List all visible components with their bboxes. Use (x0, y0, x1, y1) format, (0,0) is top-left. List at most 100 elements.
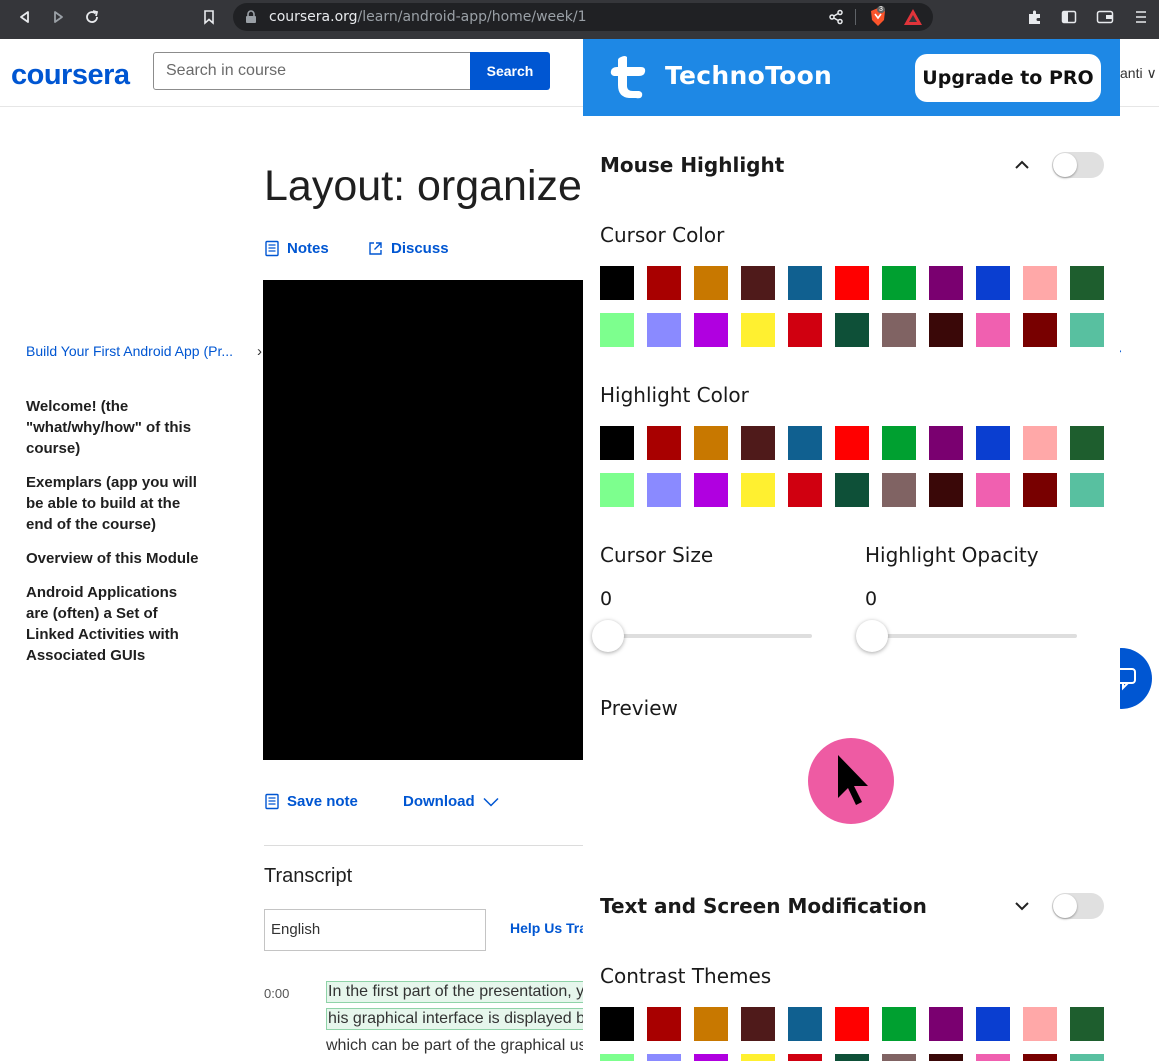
extensions-puzzle-icon[interactable] (1020, 4, 1050, 30)
color-swatch[interactable] (882, 426, 916, 460)
color-swatch[interactable] (929, 1007, 963, 1041)
color-swatch[interactable] (788, 426, 822, 460)
user-menu[interactable]: anti ∨ (1120, 65, 1157, 82)
color-swatch[interactable] (882, 1054, 916, 1061)
sidebar-toggle-icon[interactable] (1054, 4, 1084, 30)
bookmark-icon[interactable] (194, 4, 224, 30)
color-swatch[interactable] (835, 1054, 869, 1061)
color-swatch[interactable] (788, 313, 822, 347)
upgrade-pro-button[interactable]: Upgrade to PRO (915, 54, 1101, 102)
color-swatch[interactable] (835, 473, 869, 507)
color-swatch[interactable] (1070, 1007, 1104, 1041)
color-swatch[interactable] (741, 426, 775, 460)
color-swatch[interactable] (835, 266, 869, 300)
search-input[interactable] (153, 52, 471, 90)
color-swatch[interactable] (741, 313, 775, 347)
color-swatch[interactable] (694, 426, 728, 460)
color-swatch[interactable] (882, 1007, 916, 1041)
color-swatch[interactable] (976, 426, 1010, 460)
color-swatch[interactable] (976, 473, 1010, 507)
color-swatch[interactable] (976, 266, 1010, 300)
highlight-opacity-slider-thumb[interactable] (856, 620, 888, 652)
transcript-language-select[interactable]: English (264, 909, 486, 951)
color-swatch[interactable] (647, 1007, 681, 1041)
color-swatch[interactable] (929, 1054, 963, 1061)
color-swatch[interactable] (835, 1007, 869, 1041)
color-swatch[interactable] (1023, 313, 1057, 347)
wallet-icon[interactable] (1090, 4, 1120, 30)
color-swatch[interactable] (647, 426, 681, 460)
color-swatch[interactable] (600, 266, 634, 300)
color-swatch[interactable] (929, 473, 963, 507)
color-swatch[interactable] (694, 1054, 728, 1061)
color-swatch[interactable] (1070, 426, 1104, 460)
highlight-opacity-slider-track[interactable] (870, 634, 1077, 638)
mouse-highlight-toggle[interactable] (1052, 152, 1104, 178)
color-swatch[interactable] (929, 266, 963, 300)
color-swatch[interactable] (976, 1007, 1010, 1041)
color-swatch[interactable] (835, 313, 869, 347)
transcript-line[interactable]: his graphical interface is displayed b (326, 1008, 587, 1030)
chevron-down-icon[interactable] (1013, 897, 1031, 915)
cursor-size-slider-thumb[interactable] (592, 620, 624, 652)
color-swatch[interactable] (882, 266, 916, 300)
color-swatch[interactable] (788, 1007, 822, 1041)
color-swatch[interactable] (741, 1054, 775, 1061)
share-icon[interactable] (821, 4, 851, 30)
color-swatch[interactable] (647, 313, 681, 347)
color-swatch[interactable] (647, 1054, 681, 1061)
brave-rewards-icon[interactable] (898, 4, 928, 30)
color-swatch[interactable] (882, 313, 916, 347)
color-swatch[interactable] (929, 313, 963, 347)
color-swatch[interactable] (929, 426, 963, 460)
color-swatch[interactable] (694, 266, 728, 300)
text-screen-modification-toggle[interactable] (1052, 893, 1104, 919)
notes-link[interactable]: Notes (265, 240, 329, 257)
color-swatch[interactable] (1023, 1054, 1057, 1061)
color-swatch[interactable] (600, 426, 634, 460)
discuss-link[interactable]: Discuss (368, 240, 449, 257)
color-swatch[interactable] (1070, 266, 1104, 300)
color-swatch[interactable] (1023, 1007, 1057, 1041)
sidebar-item-welcome[interactable]: Welcome! (the "what/why/how" of this cou… (26, 396, 201, 459)
brave-shield-icon[interactable]: 3 (863, 4, 893, 30)
color-swatch[interactable] (882, 473, 916, 507)
video-player[interactable] (263, 280, 583, 760)
color-swatch[interactable] (694, 313, 728, 347)
color-swatch[interactable] (600, 313, 634, 347)
sidebar-item-android-apps[interactable]: Android Applications are (often) a Set o… (26, 582, 201, 666)
sidebar-item-overview[interactable]: Overview of this Module (26, 548, 201, 569)
color-swatch[interactable] (788, 1054, 822, 1061)
download-dropdown[interactable]: Download (403, 793, 499, 810)
menu-icon[interactable] (1126, 4, 1156, 30)
search-button[interactable]: Search (470, 52, 550, 90)
color-swatch[interactable] (1023, 473, 1057, 507)
color-swatch[interactable] (647, 473, 681, 507)
color-swatch[interactable] (600, 473, 634, 507)
color-swatch[interactable] (694, 1007, 728, 1041)
save-note-button[interactable]: Save note (265, 793, 358, 810)
transcript-timestamp[interactable]: 0:00 (264, 986, 289, 1001)
address-bar[interactable]: coursera.org/learn/android-app/home/week… (233, 3, 933, 31)
forward-icon[interactable] (43, 4, 73, 30)
back-icon[interactable] (10, 4, 40, 30)
color-swatch[interactable] (600, 1007, 634, 1041)
color-swatch[interactable] (788, 266, 822, 300)
color-swatch[interactable] (1070, 473, 1104, 507)
color-swatch[interactable] (1070, 313, 1104, 347)
breadcrumb-course-link[interactable]: Build Your First Android App (Pr... (26, 343, 233, 359)
color-swatch[interactable] (976, 313, 1010, 347)
color-swatch[interactable] (1070, 1054, 1104, 1061)
sidebar-item-exemplars[interactable]: Exemplars (app you will be able to build… (26, 472, 201, 535)
color-swatch[interactable] (694, 473, 728, 507)
cursor-size-slider-track[interactable] (605, 634, 812, 638)
color-swatch[interactable] (741, 266, 775, 300)
color-swatch[interactable] (1023, 426, 1057, 460)
transcript-line[interactable]: which can be part of the graphical us (326, 1037, 587, 1055)
color-swatch[interactable] (1023, 266, 1057, 300)
coursera-logo[interactable]: coursera (11, 59, 130, 92)
color-swatch[interactable] (647, 266, 681, 300)
color-swatch[interactable] (600, 1054, 634, 1061)
help-translate-link[interactable]: Help Us Tra (510, 920, 587, 936)
color-swatch[interactable] (788, 473, 822, 507)
